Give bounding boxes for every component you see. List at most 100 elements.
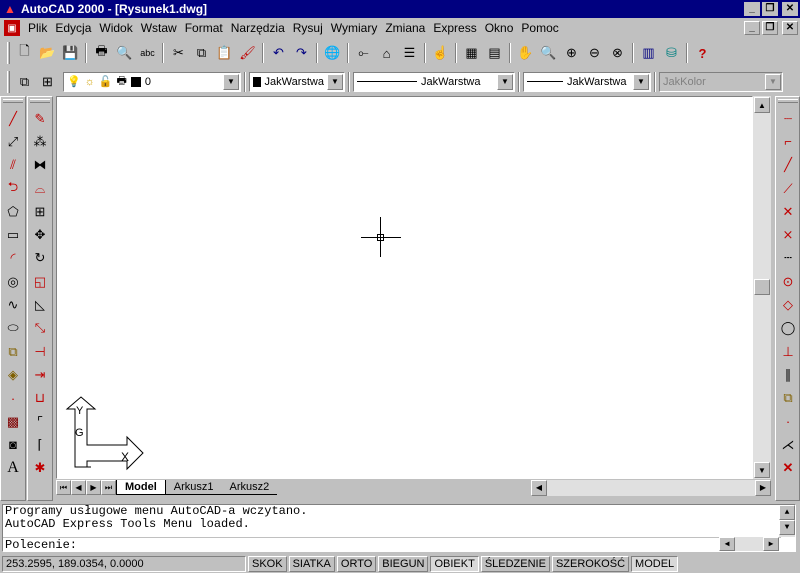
next-tab-icon[interactable]: ▶ — [86, 480, 101, 495]
linetype-combo[interactable]: JakWarstwa ▼ — [353, 71, 515, 92]
snap-apparent-intersection-icon[interactable]: ⨯ — [776, 223, 800, 246]
stretch-icon[interactable]: ◺ — [28, 293, 52, 316]
print-icon[interactable]: 🖶 — [90, 42, 113, 64]
extend-icon[interactable]: ⇥ — [28, 363, 52, 386]
snap-extension-icon[interactable]: ┄ — [776, 247, 800, 270]
chevron-down-icon[interactable]: ▼ — [497, 73, 513, 90]
erase-icon[interactable]: ✎ — [28, 107, 52, 130]
match-properties-icon[interactable]: 🖌 — [236, 42, 259, 64]
menu-plik[interactable]: Plik — [24, 21, 51, 35]
layer-combo[interactable]: 💡 ☼ 🔓 🖶 0 ▼ — [63, 71, 241, 92]
toggle-orto[interactable]: ORTO — [336, 556, 377, 572]
snap-midpoint-icon[interactable]: ⟋ — [776, 177, 800, 200]
spell-check-icon[interactable]: abc — [136, 42, 159, 64]
toolbar-grip[interactable] — [7, 70, 10, 93]
first-tab-icon[interactable]: ⏮ — [56, 480, 71, 495]
tab-model[interactable]: Model — [116, 480, 166, 495]
ellipse-icon[interactable]: ⬭ — [1, 317, 25, 340]
zoom-previous-icon[interactable]: ⊖ — [583, 42, 606, 64]
snap-quadrant-icon[interactable]: ◇ — [776, 293, 800, 316]
toggle-szerokosc[interactable]: SZEROKOŚĆ — [551, 556, 630, 572]
chevron-down-icon[interactable]: ▼ — [633, 73, 649, 90]
named-views-icon[interactable]: ☰ — [398, 42, 421, 64]
vertical-scrollbar[interactable]: ▲ ▼ — [753, 96, 771, 479]
scale-icon[interactable]: ◱ — [28, 270, 52, 293]
scroll-down-icon[interactable]: ▼ — [779, 520, 795, 535]
polyline-icon[interactable]: ⮌ — [1, 177, 25, 200]
save-icon[interactable]: 💾 — [59, 42, 82, 64]
autocad-logo-icon[interactable]: ▲ — [2, 1, 18, 17]
lineweight-combo[interactable]: JakWarstwa ▼ — [523, 71, 651, 92]
move-icon[interactable]: ✥ — [28, 223, 52, 246]
snap-insert-icon[interactable]: ⧉ — [776, 387, 800, 410]
hatch-icon[interactable]: ▩ — [1, 410, 25, 433]
scroll-right-icon[interactable]: ▶ — [763, 537, 779, 551]
snap-tracking-icon[interactable]: ⟜ — [352, 42, 375, 64]
spline-icon[interactable]: ∿ — [1, 293, 25, 316]
layers-icon[interactable]: ⧉ — [13, 71, 36, 93]
command-horizontal-scrollbar[interactable]: ◀ ▶ — [719, 537, 779, 551]
command-prompt[interactable]: Polecenie: — [3, 537, 781, 552]
last-tab-icon[interactable]: ⏭ — [101, 480, 116, 495]
internet-icon[interactable]: 🌐 — [321, 42, 344, 64]
document-icon[interactable]: ▣ — [4, 20, 20, 36]
menu-express[interactable]: Express — [429, 21, 480, 35]
snap-nearest-icon[interactable]: ⋌ — [776, 433, 800, 456]
arc-icon[interactable]: ◜ — [1, 247, 25, 270]
open-file-icon[interactable]: 📂 — [36, 42, 59, 64]
scroll-up-icon[interactable]: ▲ — [779, 505, 795, 520]
snap-center-icon[interactable]: ⊙ — [776, 270, 800, 293]
zoom-realtime-icon[interactable]: 🔍 — [537, 42, 560, 64]
line-icon[interactable]: ╱ — [1, 107, 25, 130]
menu-narzedzia[interactable]: Narzędzia — [227, 21, 289, 35]
region-icon[interactable]: ◙ — [1, 433, 25, 456]
toolbar-grip[interactable] — [7, 42, 10, 64]
copy-icon[interactable]: ⧉ — [190, 42, 213, 64]
new-file-icon[interactable]: 🗋 — [13, 42, 36, 64]
point-icon[interactable]: · — [1, 387, 25, 410]
toggle-skok[interactable]: SKOK — [248, 556, 287, 572]
restore-button[interactable]: ❐ — [762, 2, 778, 16]
chevron-down-icon[interactable]: ▼ — [223, 73, 239, 90]
doc-restore-button[interactable]: ❐ — [762, 21, 778, 35]
command-window[interactable]: Programy usługowe menu AutoCAD-a wczytan… — [2, 504, 796, 552]
menu-wymiary[interactable]: Wymiary — [327, 21, 382, 35]
menu-pomoc[interactable]: Pomoc — [517, 21, 562, 35]
toggle-model[interactable]: MODEL — [631, 556, 679, 572]
lengthen-icon[interactable]: ⤡ — [28, 317, 52, 340]
toggle-obiekt[interactable]: OBIEKT — [430, 556, 479, 572]
scroll-thumb[interactable] — [754, 279, 770, 295]
aerial-view-icon[interactable]: ⊗ — [606, 42, 629, 64]
color-combo[interactable]: JakWarstwa ▼ — [249, 71, 345, 92]
menu-wstaw[interactable]: Wstaw — [137, 21, 181, 35]
snap-perpendicular-icon[interactable]: ⊥ — [776, 340, 800, 363]
scroll-down-icon[interactable]: ▼ — [754, 462, 770, 478]
fillet-icon[interactable]: ⌈ — [28, 433, 52, 456]
offset-icon[interactable]: ⌓ — [28, 177, 52, 200]
prev-tab-icon[interactable]: ◀ — [71, 480, 86, 495]
pick-icon[interactable]: ☝ — [429, 42, 452, 64]
toggle-biegun[interactable]: BIEGUN — [378, 556, 429, 572]
paste-icon[interactable]: 📋 — [213, 42, 236, 64]
multiline-icon[interactable]: ⫽ — [1, 154, 25, 177]
doc-close-button[interactable]: ✕ — [782, 21, 798, 35]
coordinates-display[interactable]: 253.2595, 189.0354, 0.0000 — [2, 556, 246, 572]
menu-edycja[interactable]: Edycja — [51, 21, 95, 35]
print-preview-icon[interactable]: 🔍 — [113, 42, 136, 64]
chevron-down-icon[interactable]: ▼ — [327, 73, 343, 90]
explode-icon[interactable]: ✱ — [28, 456, 52, 479]
menu-widok[interactable]: Widok — [95, 21, 136, 35]
command-scrollbar[interactable]: ▲ ▼ — [779, 505, 795, 537]
zoom-window-icon[interactable]: ⊕ — [560, 42, 583, 64]
make-layer-current-icon[interactable]: ⊞ — [36, 71, 59, 93]
rectangle-icon[interactable]: ▭ — [1, 223, 25, 246]
menu-format[interactable]: Format — [181, 21, 227, 35]
properties-icon[interactable]: ▤ — [483, 42, 506, 64]
toggle-sledzenie[interactable]: ŚLEDZENIE — [480, 556, 550, 572]
horizontal-scrollbar[interactable]: ◀ ▶ — [531, 479, 771, 496]
menu-okno[interactable]: Okno — [481, 21, 518, 35]
trim-icon[interactable]: ⊣ — [28, 340, 52, 363]
drawing-area[interactable]: Y G X — [56, 96, 753, 479]
rotate-icon[interactable]: ↻ — [28, 247, 52, 270]
cut-icon[interactable]: ✂ — [167, 42, 190, 64]
